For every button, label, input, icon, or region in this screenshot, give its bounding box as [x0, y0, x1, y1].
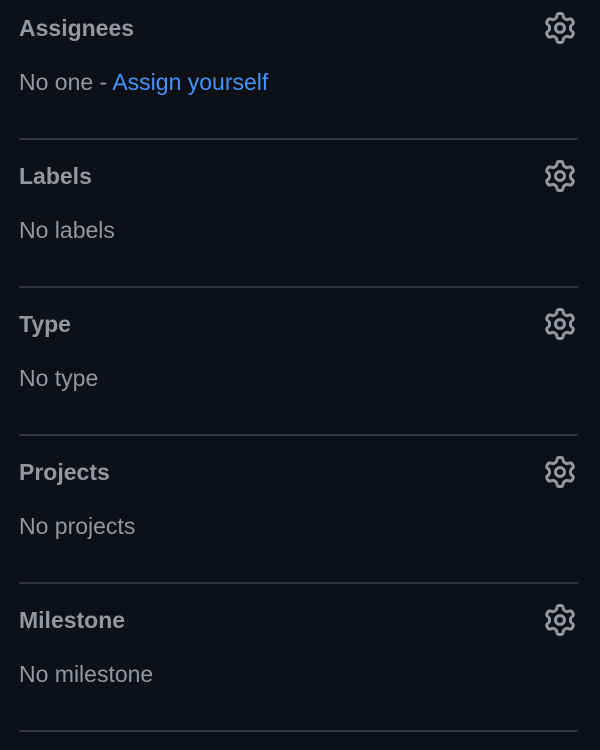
type-header: Type — [19, 308, 578, 340]
gear-icon — [545, 456, 575, 488]
projects-settings-button[interactable] — [542, 454, 578, 490]
labels-value: No labels — [19, 217, 115, 243]
milestone-value: No milestone — [19, 661, 154, 687]
labels-title: Labels — [19, 163, 92, 189]
type-settings-button[interactable] — [542, 306, 578, 342]
labels-section: Labels No labels — [19, 140, 578, 288]
milestone-section: Milestone No milestone — [19, 584, 578, 732]
projects-value: No projects — [19, 513, 136, 539]
projects-title: Projects — [19, 459, 110, 485]
labels-settings-button[interactable] — [542, 158, 578, 194]
gear-icon — [545, 308, 575, 340]
assignees-title: Assignees — [19, 15, 135, 41]
assign-yourself-link[interactable]: Assign yourself — [112, 69, 268, 95]
gear-icon — [545, 604, 575, 636]
assignees-settings-button[interactable] — [542, 10, 578, 46]
assignees-value: No one - Assign yourself — [19, 68, 268, 96]
milestone-settings-button[interactable] — [542, 602, 578, 638]
type-value: No type — [19, 365, 99, 391]
type-section: Type No type — [19, 288, 578, 436]
labels-header: Labels — [19, 160, 578, 192]
gear-icon — [545, 12, 575, 44]
milestone-title: Milestone — [19, 607, 126, 633]
projects-header: Projects — [19, 456, 578, 488]
projects-section: Projects No projects — [19, 436, 578, 584]
assignees-empty-text: No one - — [19, 69, 113, 95]
assignees-section: Assignees No one - Assign yourself — [19, 0, 578, 140]
assignees-header: Assignees — [19, 12, 578, 44]
milestone-header: Milestone — [19, 604, 578, 636]
type-title: Type — [19, 311, 71, 337]
issue-sidebar: Assignees No one - Assign yourself Label… — [0, 0, 600, 750]
gear-icon — [545, 160, 575, 192]
